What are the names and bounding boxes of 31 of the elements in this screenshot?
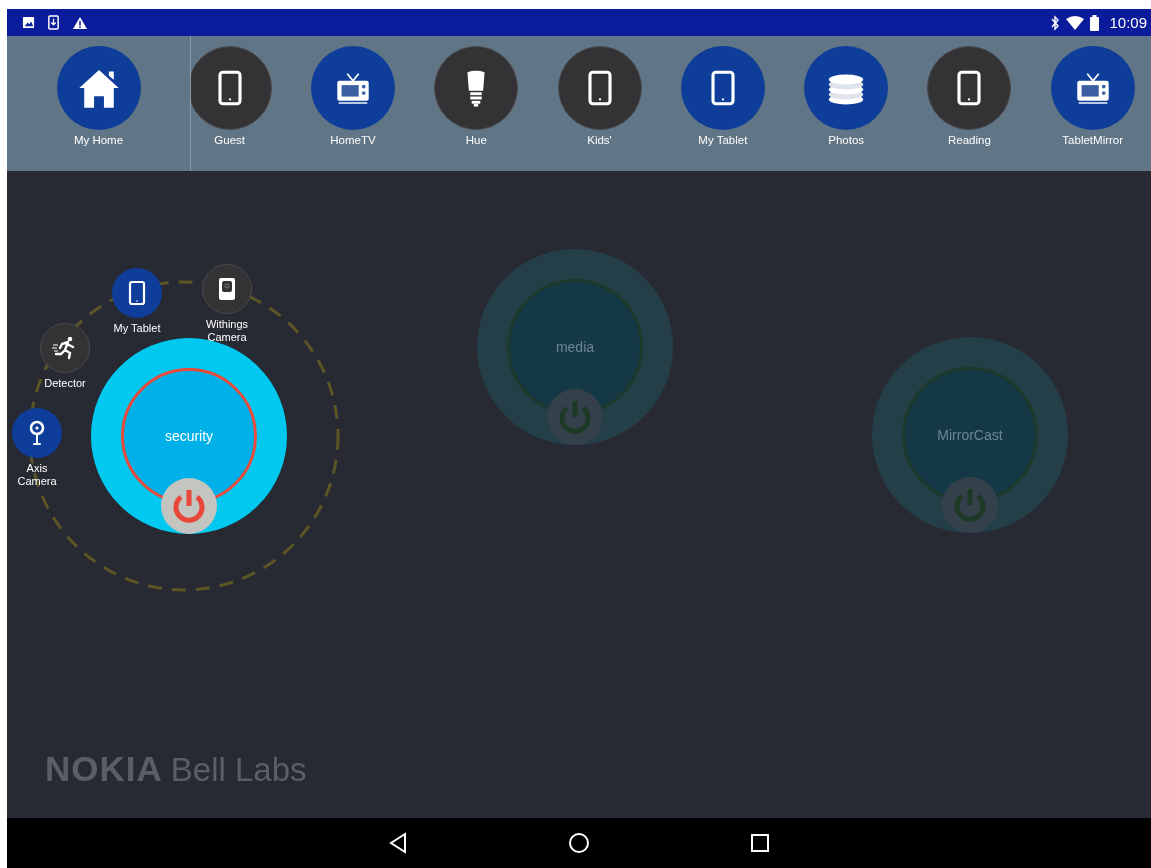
group-name: MirrorCast <box>937 427 1003 443</box>
wifi-icon <box>1066 15 1085 30</box>
device-button[interactable] <box>202 264 252 314</box>
device-label: My Home <box>73 134 124 146</box>
group-circle[interactable]: MirrorCast <box>872 337 1068 533</box>
warning-icon <box>72 15 88 30</box>
group-name: media <box>555 339 595 355</box>
device-label: Reading <box>948 134 991 146</box>
device-button[interactable] <box>40 323 90 373</box>
image-icon <box>22 16 35 29</box>
device-label: HomeTV <box>330 134 376 146</box>
clock: 10:09 <box>1109 14 1147 31</box>
recents-icon[interactable] <box>750 833 770 853</box>
home-icon[interactable] <box>568 832 590 854</box>
device-label: My Tablet <box>698 134 748 146</box>
device-button[interactable] <box>112 268 162 318</box>
device-label: TabletMirror <box>1062 134 1124 146</box>
back-icon[interactable] <box>388 832 408 854</box>
device-label: Hue <box>465 134 487 146</box>
group-circle[interactable]: media <box>477 249 673 445</box>
device-button[interactable] <box>12 408 62 458</box>
device-label: Detector <box>43 377 87 390</box>
device-label: Kids' <box>587 134 612 146</box>
battery-icon <box>1090 14 1100 31</box>
device-label: My Tablet <box>112 322 162 335</box>
group-name: security <box>164 428 214 444</box>
device-label: Axis Camera <box>16 462 58 488</box>
device-label: Photos <box>828 134 865 146</box>
download-icon <box>47 15 60 30</box>
device-label: Guest <box>214 134 245 146</box>
bluetooth-icon <box>1050 14 1061 31</box>
